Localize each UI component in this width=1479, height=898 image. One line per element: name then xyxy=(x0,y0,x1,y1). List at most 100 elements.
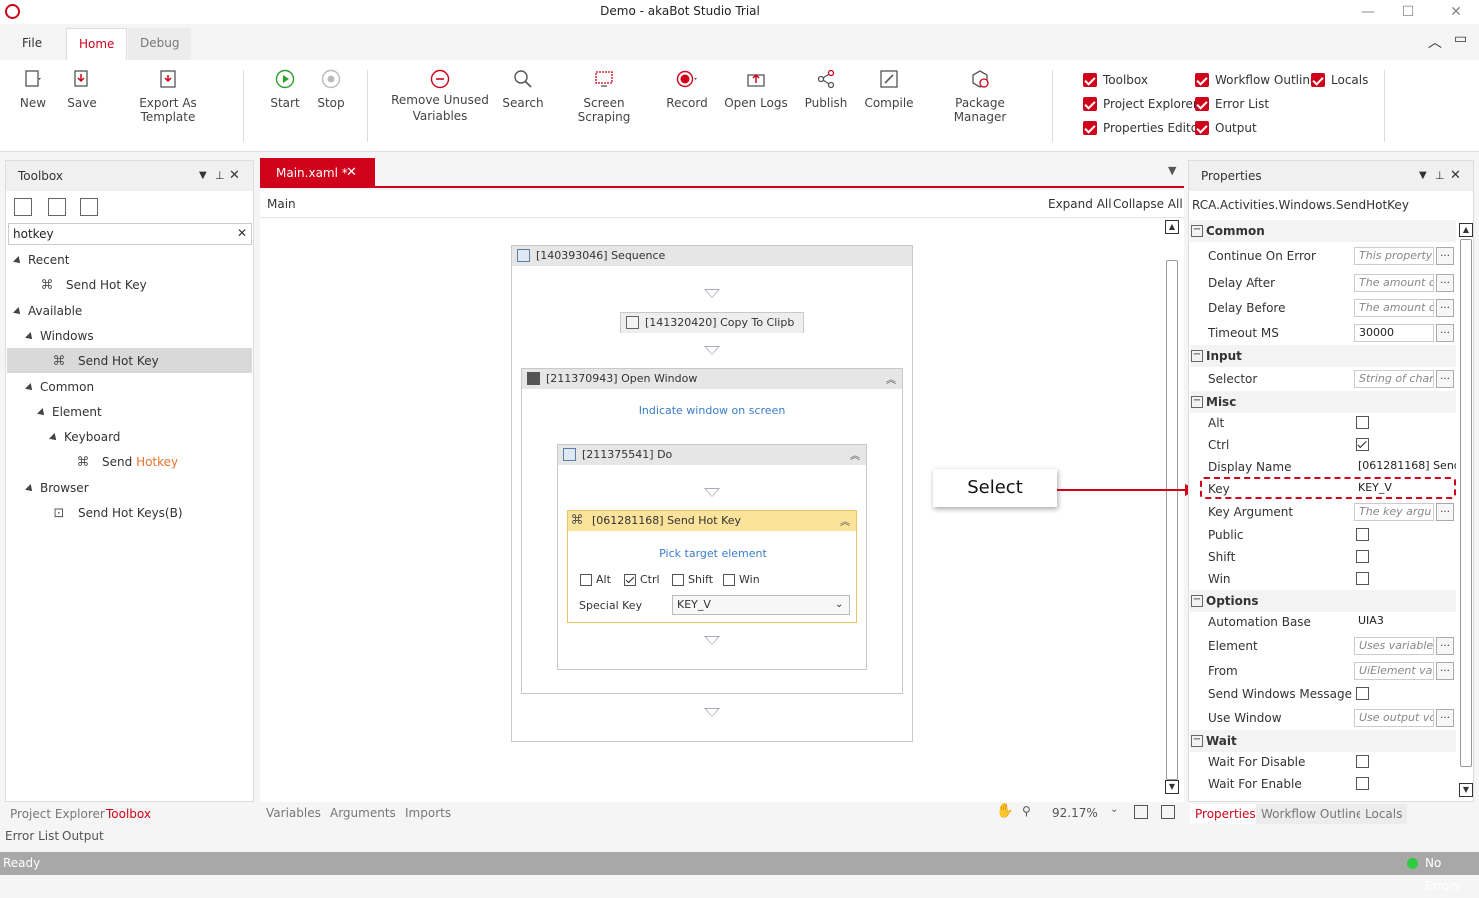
wait-for-disable-checkbox[interactable] xyxy=(1356,755,1369,768)
ellipsis-button[interactable]: … xyxy=(1436,324,1454,342)
tree-available[interactable]: Available xyxy=(13,301,82,321)
collapse-all-button[interactable]: Collapse All xyxy=(1113,197,1183,211)
alt-checkbox[interactable]: Alt xyxy=(580,573,611,586)
save-button[interactable]: Save xyxy=(64,68,100,110)
tab-output[interactable]: Output xyxy=(57,826,109,846)
indicate-window-link[interactable]: Indicate window on screen xyxy=(521,404,903,417)
ellipsis-button[interactable]: … xyxy=(1436,637,1454,655)
tab-variables[interactable]: Variables xyxy=(261,803,326,823)
maximize-icon[interactable]: ☐ xyxy=(1398,2,1418,22)
close-icon[interactable]: ✕ xyxy=(229,161,240,191)
locals-checkbox[interactable]: Locals xyxy=(1311,72,1368,90)
error-list-checkbox[interactable]: Error List xyxy=(1195,96,1269,114)
tab-workflow-outline[interactable]: Workflow Outline xyxy=(1256,804,1369,824)
ellipsis-button[interactable]: … xyxy=(1436,370,1454,388)
record-button[interactable]: Record xyxy=(664,68,710,110)
pick-target-link[interactable]: Pick target element xyxy=(568,547,858,560)
tree-common[interactable]: Common xyxy=(25,377,94,397)
category-input[interactable]: Input xyxy=(1190,345,1456,367)
ctrl-checkbox[interactable] xyxy=(1356,438,1369,451)
breadcrumb[interactable]: Main xyxy=(267,197,296,211)
output-checkbox[interactable]: Output xyxy=(1195,120,1257,138)
drop-arrow-icon[interactable] xyxy=(704,636,720,645)
pin-icon[interactable]: ⊥ xyxy=(215,161,225,191)
dropdown-icon[interactable]: ▼ xyxy=(1419,161,1427,191)
toolbox-checkbox[interactable]: Toolbox xyxy=(1083,72,1148,90)
collapse-all-icon[interactable] xyxy=(48,198,66,216)
package-manager-button[interactable]: Package Manager xyxy=(928,68,1032,124)
category-common[interactable]: Common xyxy=(1190,220,1456,242)
ellipsis-button[interactable]: … xyxy=(1436,299,1454,317)
scroll-up-icon[interactable]: ▲ xyxy=(1459,223,1473,237)
expand-all-button[interactable]: Expand All xyxy=(1048,197,1112,211)
send-hot-key-activity[interactable]: ⌘ [061281168] Send Hot Key ︽ Pick target e… xyxy=(567,510,857,623)
export-template-button[interactable]: Export As Template xyxy=(114,68,222,124)
win-checkbox[interactable]: Win xyxy=(723,573,760,586)
special-key-select[interactable]: KEY_V ⌄ xyxy=(672,595,850,615)
fit-screen-icon[interactable] xyxy=(1134,805,1148,819)
designer-scrollbar[interactable]: ▲ ▼ xyxy=(1165,220,1179,796)
tab-project-explorer[interactable]: Project Explorer xyxy=(5,804,110,824)
tree-windows[interactable]: Windows xyxy=(25,326,94,346)
minimize-icon[interactable]: — xyxy=(1358,2,1378,22)
tree-keyboard[interactable]: Keyboard xyxy=(49,427,120,447)
stop-button[interactable]: Stop xyxy=(314,68,348,110)
ellipsis-button[interactable]: … xyxy=(1436,709,1454,727)
list-view-icon[interactable] xyxy=(80,198,98,216)
workflow-outline-checkbox[interactable]: Workflow Outline xyxy=(1195,72,1317,90)
tab-imports[interactable]: Imports xyxy=(400,803,456,823)
tab-toolbox[interactable]: Toolbox xyxy=(101,804,156,824)
dropdown-icon[interactable]: ▼ xyxy=(199,161,207,191)
project-explorer-checkbox[interactable]: Project Explorer xyxy=(1083,96,1198,114)
open-logs-button[interactable]: Open Logs xyxy=(724,68,788,110)
tree-browser[interactable]: Browser xyxy=(25,478,89,498)
tab-properties[interactable]: Properties xyxy=(1190,804,1261,824)
wait-for-enable-checkbox[interactable] xyxy=(1356,777,1369,790)
tree-recent[interactable]: Recent xyxy=(13,250,69,270)
copy-activity[interactable]: [141320420] Copy To Clipb xyxy=(620,312,804,333)
ctrl-checkbox[interactable]: Ctrl xyxy=(624,573,660,586)
compile-button[interactable]: Compile xyxy=(864,68,914,110)
drop-arrow-icon[interactable] xyxy=(704,346,720,355)
scroll-down-icon[interactable]: ▼ xyxy=(1459,783,1473,797)
win-checkbox[interactable] xyxy=(1356,572,1369,585)
zoom-icon[interactable]: ⚲ xyxy=(1022,804,1031,818)
category-misc[interactable]: Misc xyxy=(1190,391,1456,413)
tab-locals[interactable]: Locals xyxy=(1360,804,1408,824)
tab-error-list[interactable]: Error List xyxy=(0,826,64,846)
remove-unused-variables-button[interactable]: Remove Unused Variables xyxy=(390,68,490,124)
category-wait[interactable]: Wait xyxy=(1190,730,1456,752)
tree-browser-send-hot-keys[interactable]: ⊡ Send Hot Keys(B) xyxy=(52,503,183,523)
publish-button[interactable]: Publish xyxy=(802,68,850,110)
screen-scraping-button[interactable]: Screen Scraping xyxy=(558,68,650,124)
scroll-up-icon[interactable]: ▲ xyxy=(1165,220,1179,234)
scroll-thumb[interactable] xyxy=(1460,239,1472,767)
shift-checkbox[interactable]: Shift xyxy=(672,573,713,586)
close-icon[interactable]: ✕ xyxy=(1446,2,1466,22)
send-windows-message-checkbox[interactable] xyxy=(1356,687,1369,700)
expand-all-icon[interactable] xyxy=(14,198,32,216)
category-options[interactable]: Options xyxy=(1190,590,1456,612)
scroll-thumb[interactable] xyxy=(1166,260,1178,780)
toolbox-search-input[interactable]: hotkey ✕ xyxy=(8,223,252,245)
zoom-level[interactable]: 92.17% xyxy=(1052,806,1098,820)
public-checkbox[interactable] xyxy=(1356,528,1369,541)
pin-icon[interactable]: ⊥ xyxy=(1435,161,1445,191)
ellipsis-button[interactable]: … xyxy=(1436,274,1454,292)
chevron-up-icon[interactable]: ︿ xyxy=(1428,32,1442,52)
tree-element[interactable]: Element xyxy=(37,402,102,422)
properties-editor-checkbox[interactable]: Properties Editor xyxy=(1083,120,1203,138)
drop-arrow-icon[interactable] xyxy=(704,488,720,497)
alt-checkbox[interactable] xyxy=(1356,416,1369,429)
tab-file[interactable]: File xyxy=(10,28,54,60)
start-button[interactable]: Start xyxy=(268,68,302,110)
tree-send-hotkey[interactable]: ⌘ Send Hotkey xyxy=(76,452,179,472)
ellipsis-button[interactable]: … xyxy=(1436,503,1454,521)
hand-pan-icon[interactable]: ✋ xyxy=(996,803,1013,819)
tab-arguments[interactable]: Arguments xyxy=(325,803,401,823)
tab-menu-icon[interactable]: ▼ xyxy=(1168,164,1176,177)
tree-windows-send-hot-key[interactable]: ⌘ Send Hot Key xyxy=(52,351,159,371)
overview-icon[interactable] xyxy=(1161,805,1175,819)
ellipsis-button[interactable]: … xyxy=(1436,662,1454,680)
tab-debug[interactable]: Debug xyxy=(128,28,192,60)
